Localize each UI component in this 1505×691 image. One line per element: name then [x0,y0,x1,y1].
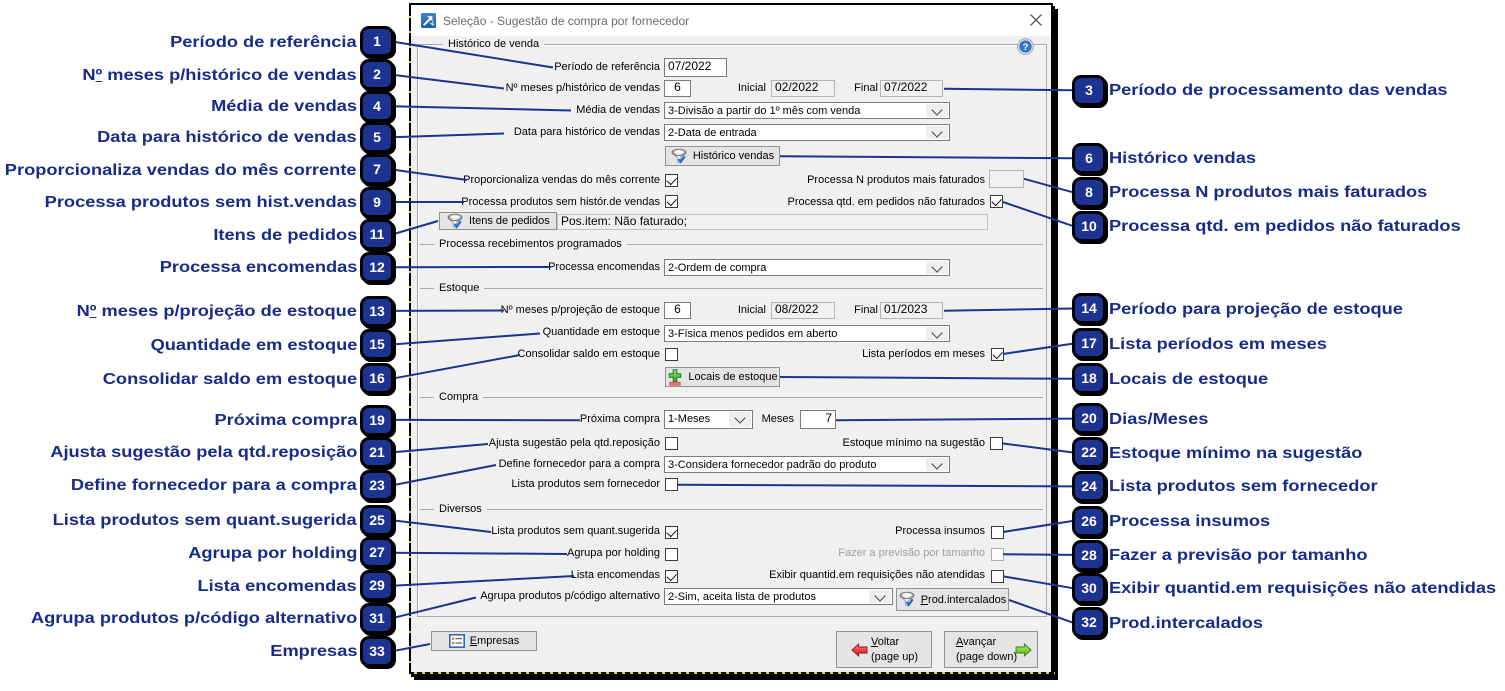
svg-text:?: ? [1023,42,1029,53]
